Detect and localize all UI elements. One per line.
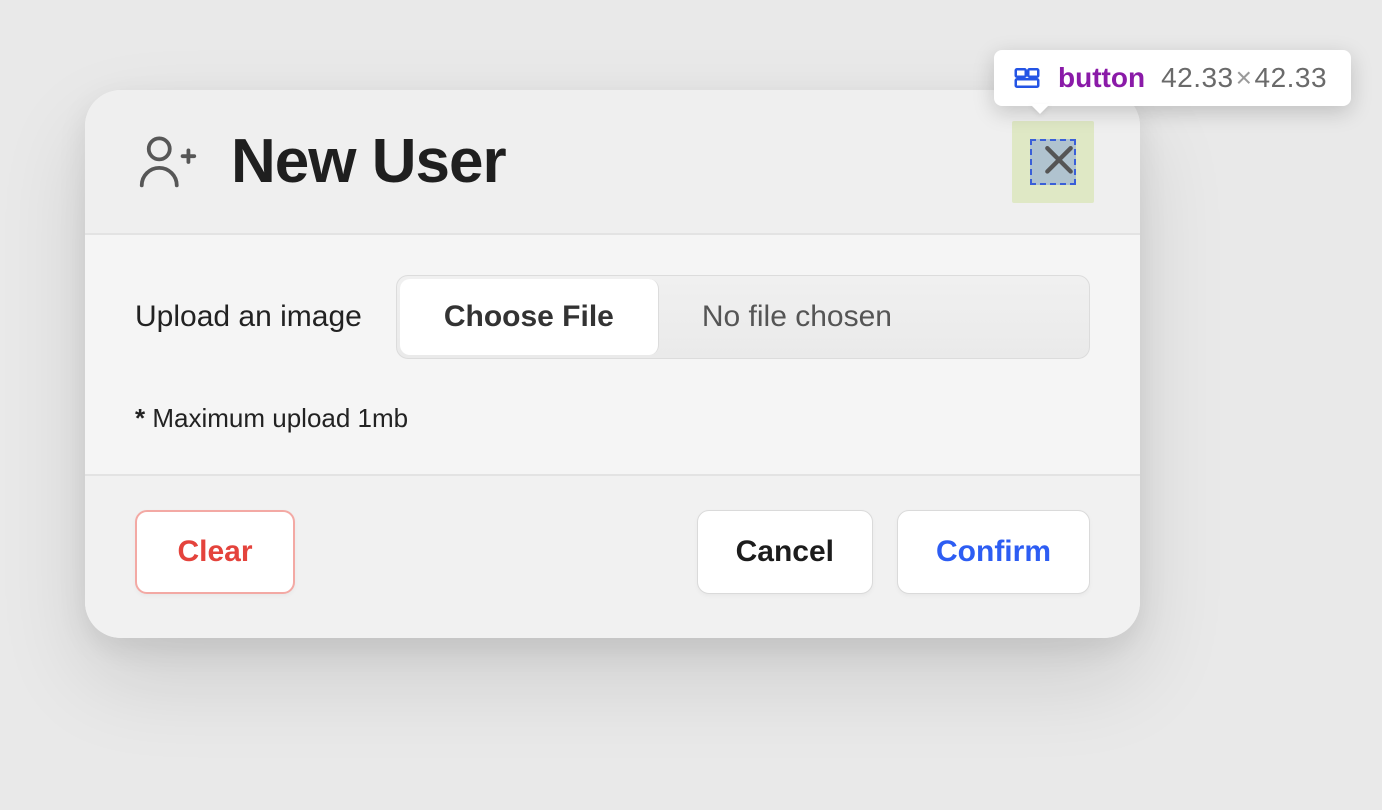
devtools-tooltip: button 42.33×42.33 <box>994 50 1351 106</box>
clear-button[interactable]: Clear <box>135 510 295 594</box>
choose-file-button[interactable]: Choose File <box>400 279 659 355</box>
devtools-width: 42.33 <box>1161 62 1234 93</box>
devtools-height: 42.33 <box>1255 62 1328 93</box>
dialog-header: New User <box>85 90 1140 235</box>
devtools-dimensions: 42.33×42.33 <box>1161 62 1327 94</box>
new-user-dialog: New User Upload an image Choose File No … <box>85 90 1140 638</box>
upload-label: Upload an image <box>135 300 362 334</box>
cancel-button[interactable]: Cancel <box>697 510 873 594</box>
hint-asterisk: * <box>135 403 145 433</box>
add-user-icon <box>133 127 203 197</box>
devtools-element-icon <box>1012 63 1042 93</box>
close-icon <box>1039 140 1079 183</box>
upload-row: Upload an image Choose File No file chos… <box>135 275 1090 359</box>
confirm-button[interactable]: Confirm <box>897 510 1090 594</box>
dialog-footer: Clear Cancel Confirm <box>85 476 1140 638</box>
upload-hint: * Maximum upload 1mb <box>135 403 1090 434</box>
close-button[interactable] <box>1038 140 1080 182</box>
hint-text: Maximum upload 1mb <box>145 403 408 433</box>
devtools-element-name: button <box>1058 62 1145 94</box>
dialog-body: Upload an image Choose File No file chos… <box>85 235 1140 476</box>
dialog-title: New User <box>231 126 506 197</box>
times-icon: × <box>1234 62 1255 93</box>
tooltip-arrow-icon <box>1030 104 1050 114</box>
file-status-text: No file chosen <box>662 276 932 358</box>
file-input[interactable]: Choose File No file chosen <box>396 275 1090 359</box>
